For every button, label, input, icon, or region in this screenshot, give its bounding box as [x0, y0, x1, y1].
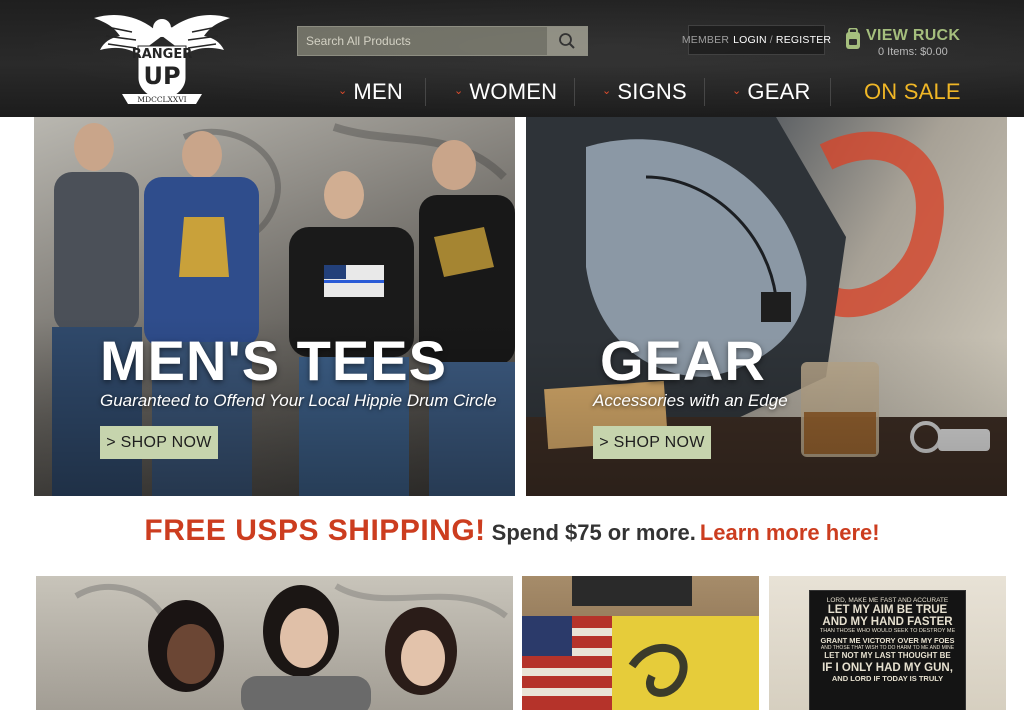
main-navigation: ⌄ MEN ⌄ WOMEN ⌄ SIGNS ⌄ GEAR ON SALE: [330, 72, 970, 112]
sign-line: AND LORD IF TODAY IS TRULY: [831, 674, 944, 683]
search-button[interactable]: [547, 27, 587, 55]
sign-line: IF I ONLY HAD MY GUN,: [822, 662, 953, 674]
nav-divider: [425, 78, 426, 106]
nav-item-on-sale[interactable]: ON SALE: [864, 72, 961, 112]
logo-roman-numerals: MDCCLXXVI: [137, 95, 186, 104]
site-header: RANGER UP MDCCLXXVI MEMBER LOGIN / REGIS…: [0, 0, 1024, 117]
sign-line: LORD, MAKE ME FAST AND ACCURATE: [826, 597, 949, 604]
chevron-down-icon: ⌄: [454, 84, 464, 97]
prayer-sign: LORD, MAKE ME FAST AND ACCURATE LET MY A…: [809, 590, 966, 710]
logo-wordmark-up: UP: [143, 62, 180, 90]
free-shipping-threshold: Spend $75 or more.: [491, 520, 696, 545]
chevron-down-icon: ⌄: [602, 84, 612, 97]
sign-line: LET MY AIM BE TRUE: [827, 604, 948, 616]
shop-now-gear-button[interactable]: > SHOP NOW: [593, 426, 711, 459]
logo-wordmark-ranger: RANGER: [132, 47, 193, 62]
nav-label-women: WOMEN: [469, 79, 558, 104]
hero-mens-tees[interactable]: MEN'S TEES Guaranteed to Offend Your Loc…: [34, 117, 515, 496]
gadsden-flag-photo: [522, 576, 759, 710]
free-shipping-learn-more-link[interactable]: Learn more here!: [700, 520, 880, 545]
member-label: MEMBER: [681, 34, 730, 46]
nav-item-signs[interactable]: ⌄ SIGNS: [602, 72, 687, 112]
login-link[interactable]: LOGIN: [733, 34, 767, 46]
backpack-icon: [846, 28, 860, 49]
nav-label-signs: SIGNS: [617, 79, 687, 104]
chevron-down-icon: ⌄: [338, 84, 348, 97]
chevron-down-icon: ⌄: [732, 84, 742, 97]
sign-line: THAN THOSE WHO WOULD SEEK TO DESTROY ME: [819, 628, 956, 634]
nav-divider: [574, 78, 575, 106]
view-ruck-label: VIEW RUCK: [866, 27, 961, 44]
nav-item-gear[interactable]: ⌄ GEAR: [732, 72, 811, 112]
shop-now-mens-tees-button[interactable]: > SHOP NOW: [100, 426, 218, 459]
hero-subtitle-gear: Accessories with an Edge: [593, 391, 788, 410]
sign-line: AND MY HAND FASTER: [822, 616, 953, 628]
hero-gear[interactable]: GEAR Accessories with an Edge > SHOP NOW: [526, 117, 1007, 496]
eagle-logo-icon: RANGER UP MDCCLXXVI: [94, 15, 230, 104]
register-link[interactable]: REGISTER: [776, 34, 831, 46]
ruck-item-count: 0 Items: $0.00: [878, 46, 948, 58]
sign-line: GRANT ME VICTORY OVER MY FOES: [820, 636, 955, 645]
sign-line: LET NOT MY LAST THOUGHT BE: [824, 651, 951, 660]
ranger-up-logo[interactable]: RANGER UP MDCCLXXVI: [92, 6, 232, 114]
womens-photo: [74, 583, 508, 710]
prayer-sign-promo-tile[interactable]: LORD, MAKE ME FAST AND ACCURATE LET MY A…: [769, 576, 1006, 710]
nav-divider: [830, 78, 831, 106]
view-ruck-cart[interactable]: VIEW RUCK 0 Items: $0.00: [843, 26, 963, 60]
search-bar: [297, 26, 588, 56]
hero-title-gear: GEAR: [600, 329, 766, 392]
search-icon: [559, 33, 575, 49]
member-login-register: MEMBER LOGIN / REGISTER: [682, 25, 831, 55]
flag-sign-promo-tile[interactable]: [522, 576, 759, 710]
free-shipping-banner: FREE USPS SHIPPING! Spend $75 or more. Lea…: [0, 514, 1024, 566]
hero-subtitle-mens-tees: Guaranteed to Offend Your Local Hippie D…: [100, 391, 497, 410]
nav-item-men[interactable]: ⌄ MEN: [338, 72, 403, 112]
nav-item-women[interactable]: ⌄ WOMEN: [454, 72, 557, 112]
nav-label-gear: GEAR: [747, 79, 811, 104]
nav-label-men: MEN: [353, 79, 403, 104]
login-separator: /: [769, 34, 773, 46]
nav-divider: [704, 78, 705, 106]
womens-promo-tile[interactable]: [36, 576, 513, 710]
search-input[interactable]: [298, 27, 547, 55]
free-shipping-headline: FREE USPS SHIPPING!: [144, 514, 486, 547]
nav-label-on-sale: ON SALE: [864, 79, 961, 104]
hero-title-mens-tees: MEN'S TEES: [100, 329, 447, 392]
